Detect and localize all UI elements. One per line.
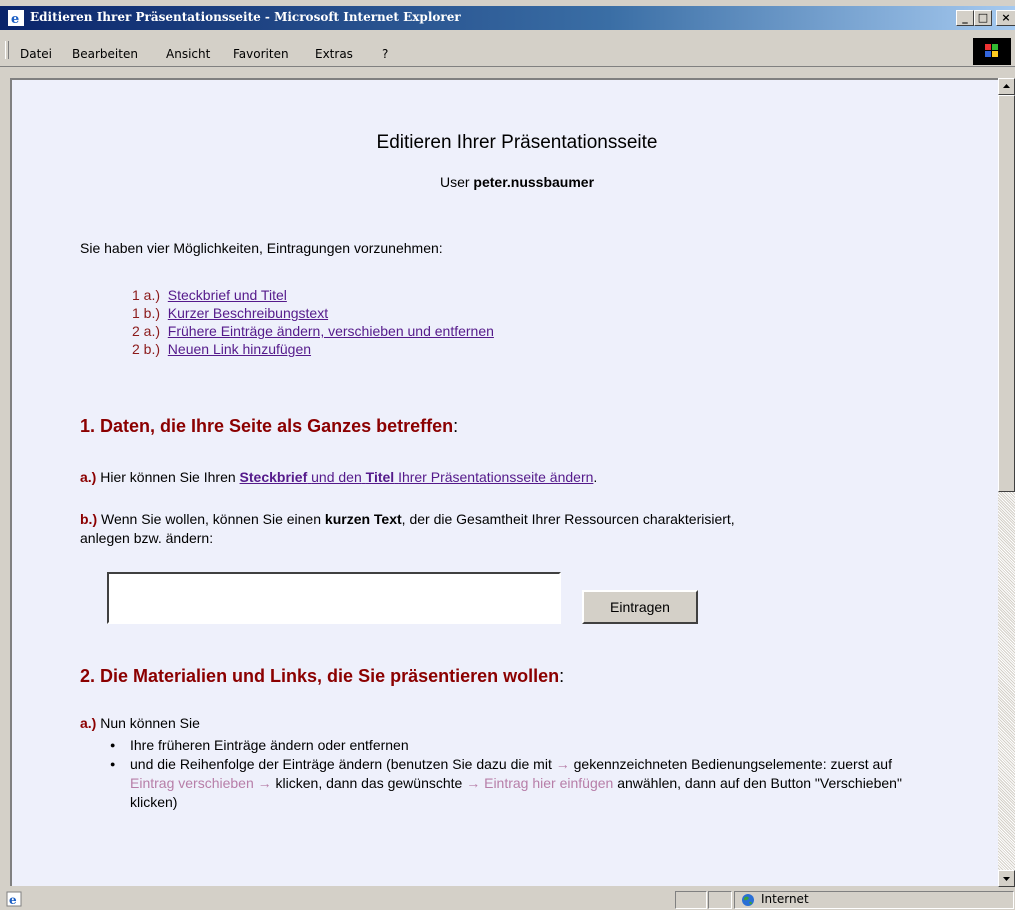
toc-link-beschreibung[interactable]: Kurzer Beschreibungstext <box>168 305 328 321</box>
menu-grip <box>5 41 9 59</box>
status-zone: Internet <box>734 891 1014 909</box>
minimize-button[interactable]: _ <box>956 10 974 26</box>
user-label: User <box>439 174 470 190</box>
scroll-up-button[interactable] <box>998 78 1015 95</box>
section-1a: a.) Hier können Sie Ihren Steckbrief und… <box>80 468 597 487</box>
hint-eintrag-verschieben: Eintrag verschieben <box>130 775 254 791</box>
link-end-text: Ihrer Präsentationsseite ändern <box>398 469 594 485</box>
section-1a-label: a.) <box>80 469 97 485</box>
eintragen-button[interactable]: Eintragen <box>582 590 698 624</box>
section-1a-text: Hier können Sie Ihren <box>100 469 236 485</box>
scroll-track[interactable] <box>998 492 1015 870</box>
svg-text:e: e <box>9 893 17 907</box>
toc-link-steckbrief[interactable]: Steckbrief und Titel <box>168 287 287 303</box>
close-button[interactable]: × <box>996 10 1015 26</box>
link-mid-text: und den <box>311 469 362 485</box>
titel-bold: Titel <box>365 469 395 485</box>
table-of-contents: 1 a.) Steckbrief und Titel 1 b.) Kurzer … <box>132 286 494 358</box>
scroll-thumb[interactable] <box>998 95 1015 492</box>
menu-extras[interactable]: Extras <box>315 47 353 61</box>
toc-number: 2 b.) <box>132 341 161 357</box>
section-2-colon: : <box>559 666 565 686</box>
windows-flag-icon <box>985 44 998 57</box>
list-item: und die Reihenfolge der Einträge ändern … <box>110 755 930 812</box>
scroll-down-button[interactable] <box>998 870 1015 887</box>
section-1-heading: 1. Daten, die Ihre Seite als Ganzes betr… <box>80 416 458 437</box>
steckbrief-titel-link[interactable]: Steckbrief und den Titel Ihrer Präsentat… <box>240 469 594 485</box>
section-2a: a.) Nun können Sie <box>80 714 200 733</box>
section-1b-text2: , der die Gesamtheit Ihrer Ressourcen ch… <box>401 511 735 527</box>
windows-logo-throbber <box>973 38 1011 65</box>
maximize-button[interactable]: □ <box>974 10 992 26</box>
user-name: peter.nussbaumer <box>473 174 595 190</box>
section-1-heading-text: 1. Daten, die Ihre Seite als Ganzes betr… <box>80 416 454 436</box>
window-title: Editieren Ihrer Präsentationsseite - Mic… <box>30 10 461 24</box>
bullet-2-text-3: klicken, dann das gewünschte <box>275 775 463 791</box>
bullet-1-text: Ihre früheren Einträge ändern oder entfe… <box>130 737 409 753</box>
status-zone-text: Internet <box>761 892 809 906</box>
page-status-icon: e <box>6 891 22 907</box>
toc-link-neuer-link[interactable]: Neuen Link hinzufügen <box>168 341 311 357</box>
menu-bar: Datei Bearbeiten Ansicht Favoriten Extra… <box>0 32 1015 67</box>
internet-explorer-icon: e <box>8 10 24 26</box>
toc-item: 2 a.) Frühere Einträge ändern, verschieb… <box>132 322 494 340</box>
toc-item: 2 b.) Neuen Link hinzufügen <box>132 340 494 358</box>
period: . <box>593 469 598 485</box>
toc-number: 1 a.) <box>132 287 161 303</box>
window-title-bar: e Editieren Ihrer Präsentationsseite - M… <box>0 6 1015 30</box>
bullet-2-text-1: und die Reihenfolge der Einträge ändern … <box>130 756 552 772</box>
menu-favoriten[interactable]: Favoriten <box>233 47 289 61</box>
user-line: User peter.nussbaumer <box>12 174 1000 190</box>
page-title: Editieren Ihrer Präsentationsseite <box>376 132 658 153</box>
section-2a-bullets: Ihre früheren Einträge ändern oder entfe… <box>110 736 930 812</box>
arrow-down-icon <box>1003 877 1010 881</box>
section-2-heading-text: 2. Die Materialien und Links, die Sie pr… <box>80 666 560 686</box>
arrow-up-icon <box>1003 84 1010 88</box>
toc-number: 1 b.) <box>132 305 161 321</box>
page-scrollbar[interactable] <box>998 78 1015 887</box>
bullet-2-text-2: gekennzeichneten Bedienungselemente: zue… <box>573 756 892 772</box>
hint-eintrag-einfuegen: Eintrag hier einfügen <box>484 775 614 791</box>
toc-link-eintraege[interactable]: Frühere Einträge ändern, verschieben und… <box>168 323 494 339</box>
arrow-icon: → <box>257 775 272 791</box>
section-1b-text1: Wenn Sie wollen, können Sie einen <box>101 511 322 527</box>
toc-number: 2 a.) <box>132 323 161 339</box>
status-bar: e Internet <box>0 888 1015 910</box>
section-2-heading: 2. Die Materialien und Links, die Sie pr… <box>80 666 564 687</box>
menu-ansicht[interactable]: Ansicht <box>166 47 210 61</box>
svg-text:e: e <box>11 12 19 26</box>
arrow-icon: → <box>555 756 570 772</box>
section-1b-label: b.) <box>80 511 98 527</box>
intro-text: Sie haben vier Möglichkeiten, Eintragung… <box>80 240 443 256</box>
short-text-textarea[interactable] <box>107 572 561 624</box>
arrow-icon: → <box>466 775 481 791</box>
list-item: Ihre früheren Einträge ändern oder entfe… <box>110 736 930 755</box>
page-viewport: Editieren Ihrer Präsentationsseite User … <box>10 78 1000 886</box>
globe-icon <box>742 894 754 906</box>
toc-item: 1 a.) Steckbrief und Titel <box>132 286 494 304</box>
section-2a-label: a.) <box>80 715 97 731</box>
menu-datei[interactable]: Datei <box>20 47 52 61</box>
menu-help[interactable]: ? <box>382 47 388 61</box>
menu-bearbeiten[interactable]: Bearbeiten <box>72 47 138 61</box>
section-1b-text3: anlegen bzw. ändern: <box>80 530 214 546</box>
section-1b-bold: kurzen Text <box>324 511 402 527</box>
status-cell <box>675 891 707 909</box>
toc-item: 1 b.) Kurzer Beschreibungstext <box>132 304 494 322</box>
section-1b: b.) Wenn Sie wollen, können Sie einen ku… <box>80 510 940 548</box>
section-1-colon: : <box>453 416 459 436</box>
status-cell <box>708 891 732 909</box>
section-2a-text: Nun können Sie <box>100 715 200 731</box>
steckbrief-bold: Steckbrief <box>239 469 308 485</box>
